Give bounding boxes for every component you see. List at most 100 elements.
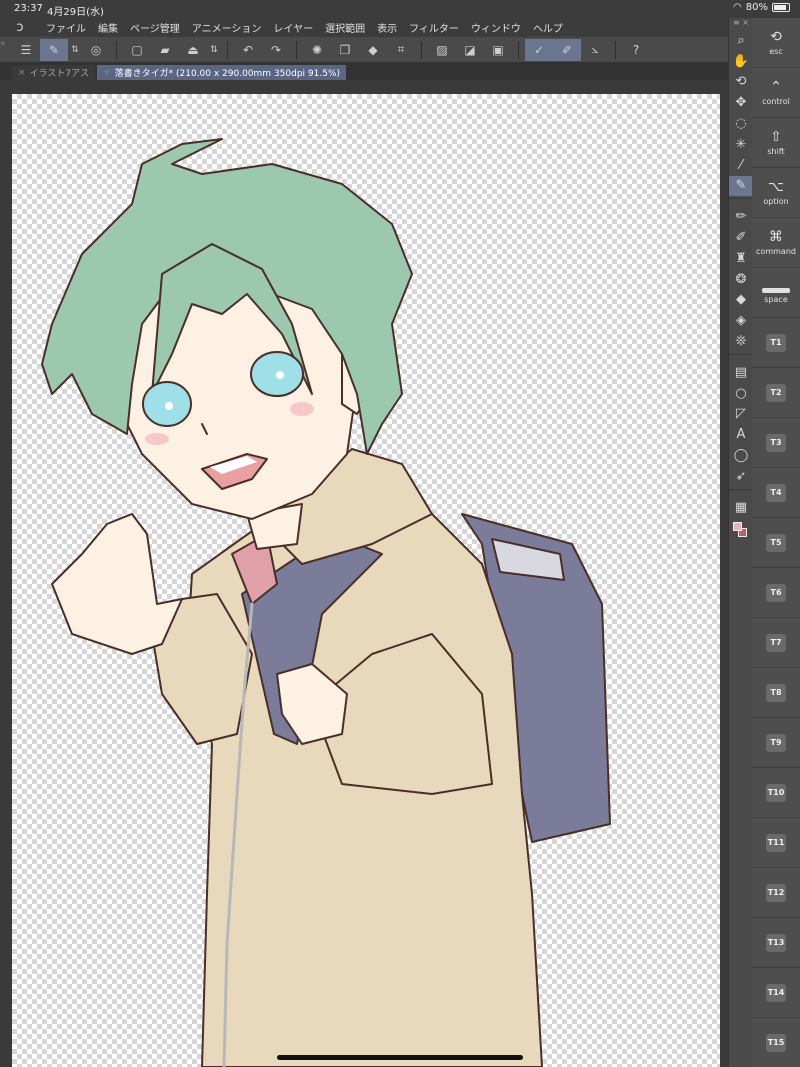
menu-filter[interactable]: フィルター xyxy=(403,20,465,35)
crop-icon[interactable]: ⌗ xyxy=(387,39,415,61)
blend-icon[interactable]: ❂ xyxy=(729,269,753,290)
layer-icon[interactable]: ▦ xyxy=(729,497,753,518)
layer-property-icon[interactable]: ✎ xyxy=(40,38,68,61)
correct-line-icon[interactable]: ➶ xyxy=(729,466,753,487)
lasso-select-icon[interactable]: ◌ xyxy=(729,113,753,134)
key-t9[interactable]: T9 xyxy=(752,718,800,768)
tab-illustration[interactable]: × イラスト7アス xyxy=(12,65,96,80)
transform-icon[interactable]: ❐ xyxy=(331,39,359,61)
shortcut-label: T1 xyxy=(766,333,786,352)
key-space[interactable]: space xyxy=(752,268,800,318)
key-t3[interactable]: T3 xyxy=(752,418,800,468)
key-label: option xyxy=(763,197,789,206)
save-icon[interactable]: ⏏ xyxy=(179,39,207,61)
key-esc[interactable]: ⟲ esc xyxy=(752,18,800,68)
canvas-area[interactable] xyxy=(0,80,728,1067)
balloon-icon[interactable]: ◯ xyxy=(729,445,753,466)
pen-stabilize-icon[interactable]: ✓ xyxy=(525,38,553,61)
clear-icon[interactable]: ▨ xyxy=(428,39,456,61)
key-command[interactable]: ⌘ command xyxy=(752,218,800,268)
figure-icon[interactable]: ○ xyxy=(729,383,753,404)
pencil-icon[interactable]: ✏ xyxy=(729,206,753,227)
stepper-icon[interactable]: ⇅ xyxy=(207,39,221,61)
color-chip-icon[interactable] xyxy=(729,518,753,554)
canvas-paper[interactable] xyxy=(12,94,720,1067)
gradient-icon[interactable]: ▤ xyxy=(729,362,753,383)
key-t4[interactable]: T4 xyxy=(752,468,800,518)
toolbar-divider xyxy=(227,40,228,59)
zoom-icon[interactable]: ⌕ xyxy=(729,30,753,51)
tab-label: イラスト7アス xyxy=(29,69,90,79)
status-bar: 23:37 4月29日(水) ◠ 80% xyxy=(0,0,800,18)
rotate-icon[interactable]: ⟲ xyxy=(729,72,753,93)
shortcut-label: T10 xyxy=(766,783,786,802)
menu-file[interactable]: ファイル xyxy=(40,20,92,35)
frame-border-icon[interactable]: ◸ xyxy=(729,404,753,425)
palette-header-icon[interactable]: ≡ × xyxy=(729,18,752,30)
magic-wand-icon[interactable]: ✳ xyxy=(729,134,753,155)
redo-icon[interactable]: ↷ xyxy=(262,39,290,61)
frame-icon[interactable]: ▣ xyxy=(484,39,512,61)
tab-active-document[interactable]: × 落書きタイガ* (210.00 x 290.00mm 350dpi 91.5… xyxy=(97,65,347,80)
ruler-snap-icon[interactable]: ⦣ xyxy=(581,39,609,61)
toolbar-divider xyxy=(518,40,519,59)
decoration-icon[interactable]: ❊ xyxy=(729,331,753,352)
key-t1[interactable]: T1 xyxy=(752,318,800,368)
menu-edit[interactable]: 編集 xyxy=(92,20,124,35)
key-t14[interactable]: T14 xyxy=(752,968,800,1018)
airbrush-icon[interactable]: ♜ xyxy=(729,248,753,269)
key-t6[interactable]: T6 xyxy=(752,568,800,618)
text-icon[interactable]: A xyxy=(729,424,753,445)
stepper-icon[interactable]: ⇅ xyxy=(68,39,82,61)
key-t12[interactable]: T12 xyxy=(752,868,800,918)
new-file-icon[interactable]: ▢ xyxy=(123,39,151,61)
menu-icon[interactable]: ☰ xyxy=(12,39,40,61)
eyedropper-icon[interactable]: ⁄ xyxy=(729,155,753,176)
hand-icon[interactable]: ✋ xyxy=(729,51,753,72)
help-icon[interactable]: ? xyxy=(622,39,650,61)
toolbar-divider xyxy=(116,40,117,59)
shortcut-label: T8 xyxy=(766,683,786,702)
home-indicator[interactable] xyxy=(277,1055,523,1060)
shortcut-label: T13 xyxy=(766,933,786,952)
pen-icon[interactable]: ✎ xyxy=(729,175,753,197)
menu-view[interactable]: 表示 xyxy=(371,20,403,35)
key-t13[interactable]: T13 xyxy=(752,918,800,968)
brush-icon[interactable]: ✐ xyxy=(553,38,581,61)
key-control[interactable]: ⌃ control xyxy=(752,68,800,118)
key-t11[interactable]: T11 xyxy=(752,818,800,868)
menu-selection[interactable]: 選択範囲 xyxy=(319,20,371,35)
key-t7[interactable]: T7 xyxy=(752,618,800,668)
shift-arrow-icon: ⇧ xyxy=(770,129,782,145)
menu-help[interactable]: ヘルプ xyxy=(527,20,569,35)
key-t5[interactable]: T5 xyxy=(752,518,800,568)
eraser-icon[interactable]: ◈ xyxy=(729,310,753,331)
shortcut-label: T9 xyxy=(766,733,786,752)
fill-icon[interactable]: ◆ xyxy=(359,39,387,61)
shortcut-label: T2 xyxy=(766,383,786,402)
move-icon[interactable]: ✥ xyxy=(729,92,753,113)
key-option[interactable]: ⌥ option xyxy=(752,168,800,218)
open-icon[interactable]: ▰ xyxy=(151,39,179,61)
fill-icon[interactable]: ◆ xyxy=(729,290,753,311)
auto-select-icon[interactable]: ◎ xyxy=(82,39,110,61)
brush-icon[interactable]: ✐ xyxy=(729,227,753,248)
menu-layer[interactable]: レイヤー xyxy=(267,20,319,35)
key-shift[interactable]: ⇧ shift xyxy=(752,118,800,168)
tool-divider xyxy=(729,353,752,360)
close-icon[interactable]: × xyxy=(18,68,26,78)
app-logo-icon[interactable]: ↄ xyxy=(0,20,40,35)
key-t8[interactable]: T8 xyxy=(752,668,800,718)
caret-up-icon: ⌃ xyxy=(770,79,782,95)
undo-icon[interactable]: ↶ xyxy=(234,39,262,61)
menu-window[interactable]: ウィンドウ xyxy=(465,20,527,35)
close-icon[interactable]: × xyxy=(103,68,111,78)
main-color-swatch[interactable] xyxy=(733,521,742,531)
shortcut-label: T11 xyxy=(766,833,786,852)
key-t2[interactable]: T2 xyxy=(752,368,800,418)
shade-icon[interactable]: ◪ xyxy=(456,39,484,61)
menu-animation[interactable]: アニメーション xyxy=(186,20,268,35)
key-t10[interactable]: T10 xyxy=(752,768,800,818)
menu-page[interactable]: ページ管理 xyxy=(124,20,186,35)
key-t15[interactable]: T15 xyxy=(752,1018,800,1067)
